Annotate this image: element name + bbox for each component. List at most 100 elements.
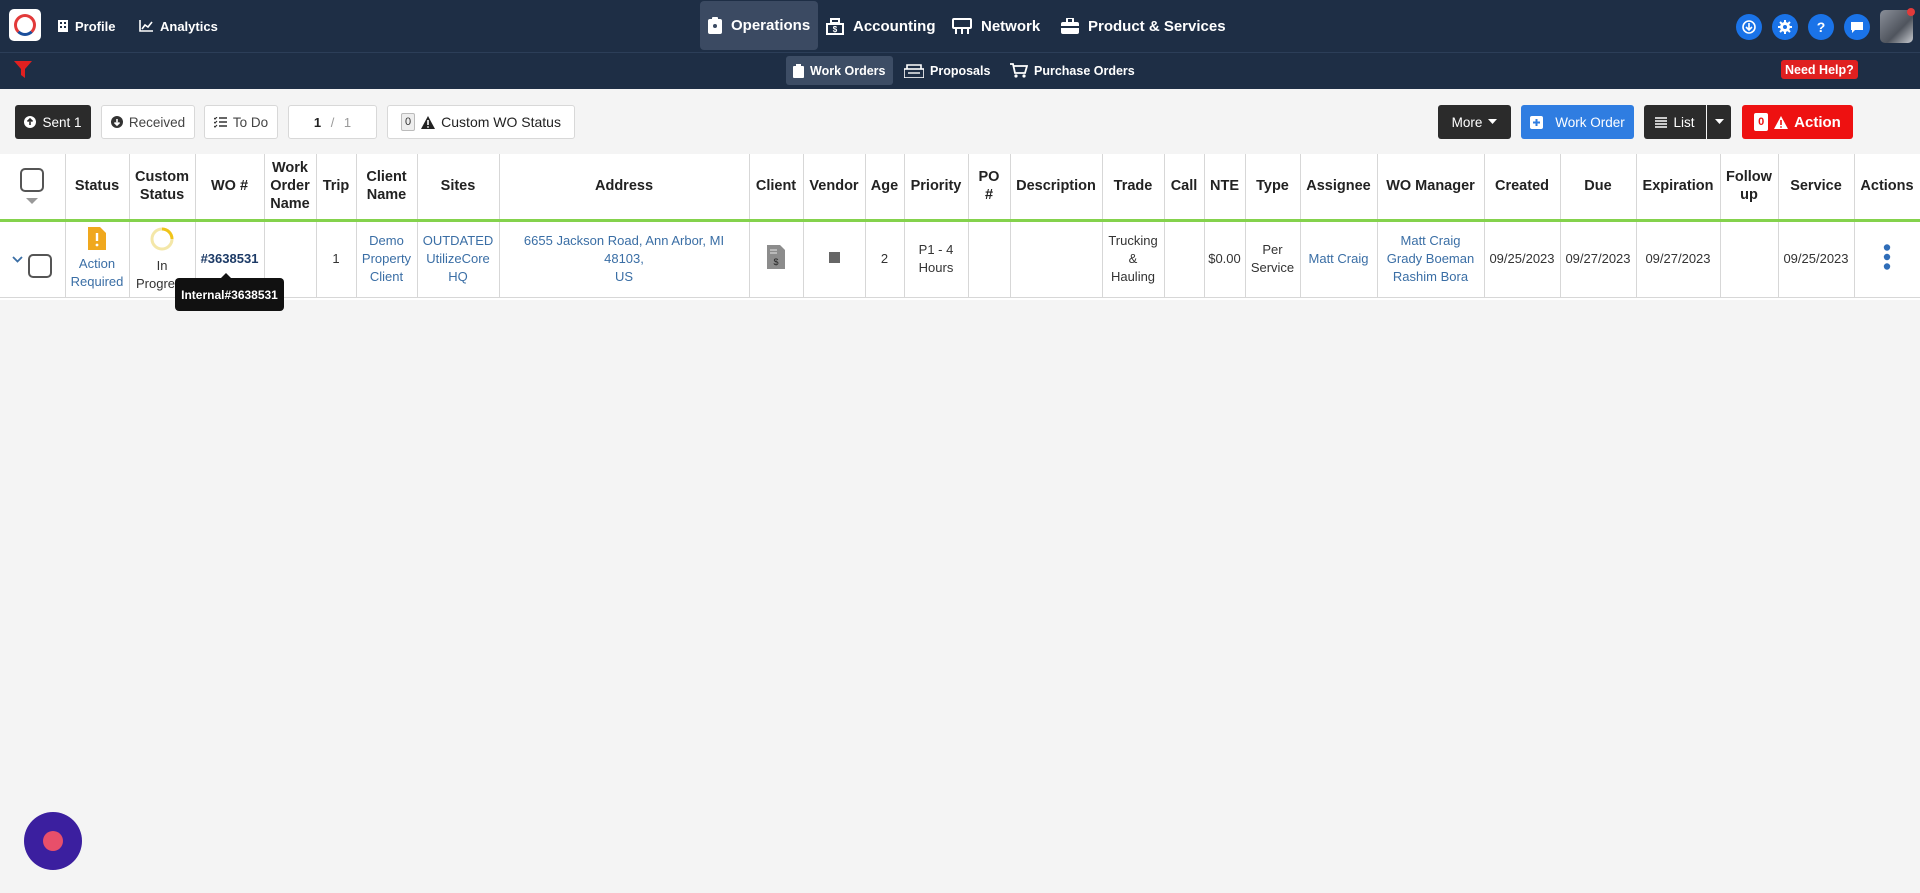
call-cell: [1164, 220, 1205, 298]
company-logo[interactable]: [9, 9, 41, 41]
custom-wo-status-button[interactable]: 0 Custom WO Status: [387, 105, 575, 139]
question-icon: ?: [1816, 19, 1826, 35]
sent-filter-button[interactable]: Sent 1: [15, 105, 91, 139]
header-call[interactable]: Call: [1164, 154, 1205, 222]
vendor-stop-icon: [828, 252, 840, 263]
header-age[interactable]: Age: [865, 154, 905, 222]
document-warning-icon: [88, 227, 106, 250]
more-dropdown-button[interactable]: More: [1438, 105, 1511, 139]
header-address[interactable]: Address: [499, 154, 750, 222]
client-name-l3: Client: [369, 269, 404, 284]
subtab-proposals[interactable]: Proposals: [897, 56, 997, 85]
header-service[interactable]: Service: [1778, 154, 1855, 222]
header-trade[interactable]: Trade: [1102, 154, 1165, 222]
trade-l1: Trucking: [1108, 233, 1158, 248]
need-help-button[interactable]: Need Help?: [1781, 60, 1858, 79]
nav-accounting[interactable]: $ Accounting: [826, 0, 936, 52]
page-separator: /: [327, 114, 338, 130]
header-wo-number[interactable]: WO #: [195, 154, 265, 222]
sites-l3: HQ: [448, 269, 468, 284]
sites-l1: OUTDATED: [422, 233, 494, 248]
header-created[interactable]: Created: [1484, 154, 1561, 222]
select-all-header[interactable]: [0, 154, 66, 222]
header-nte[interactable]: NTE: [1204, 154, 1246, 222]
select-all-checkbox[interactable]: [20, 168, 45, 193]
action-button[interactable]: 0 Action: [1742, 105, 1853, 139]
vendor-cell[interactable]: [803, 220, 866, 298]
caret-down-icon: [1714, 119, 1724, 124]
nav-network[interactable]: Network: [952, 0, 1040, 52]
subtab-work-orders[interactable]: Work Orders: [786, 56, 893, 85]
nav-operations[interactable]: Operations: [700, 1, 819, 50]
table-row[interactable]: Action Required In Progress #3638531 1 D…: [0, 220, 1920, 298]
manager-l2[interactable]: Grady Boeman: [1387, 251, 1474, 266]
assignee-cell[interactable]: Matt Craig: [1300, 220, 1378, 298]
header-due[interactable]: Due: [1560, 154, 1637, 222]
subtab-purchase-orders-label: Purchase Orders: [1034, 63, 1135, 78]
settings-button[interactable]: [1772, 14, 1798, 40]
header-custom-status[interactable]: Custom Status: [129, 154, 196, 222]
client-name-cell[interactable]: Demo Property Client: [356, 220, 418, 298]
header-type[interactable]: Type: [1245, 154, 1301, 222]
row-checkbox[interactable]: [28, 254, 53, 278]
svg-text:$: $: [773, 257, 778, 267]
page-current: 1: [313, 114, 322, 130]
nav-analytics[interactable]: Analytics: [139, 0, 218, 52]
header-description[interactable]: Description: [1010, 154, 1103, 222]
follow-up-cell: [1720, 220, 1779, 298]
support-chat-launcher[interactable]: [24, 812, 82, 870]
pagination-input[interactable]: 1 / 1: [288, 105, 377, 139]
status-cell[interactable]: Action Required: [65, 220, 130, 298]
received-filter-button[interactable]: Received: [101, 105, 195, 139]
header-assignee[interactable]: Assignee: [1300, 154, 1378, 222]
caret-down-icon[interactable]: [26, 198, 39, 205]
header-expiration[interactable]: Expiration: [1636, 154, 1721, 222]
wo-manager-cell[interactable]: Matt Craig Grady Boeman Rashim Bora: [1377, 220, 1485, 298]
user-avatar[interactable]: [1880, 8, 1915, 43]
filter-button[interactable]: [14, 61, 32, 84]
subtab-purchase-orders[interactable]: Purchase Orders: [1003, 56, 1142, 85]
kebab-menu-icon[interactable]: [1883, 243, 1891, 270]
header-client[interactable]: Client: [749, 154, 804, 222]
header-vendor[interactable]: Vendor: [803, 154, 866, 222]
header-wo-name[interactable]: Work Order Name: [264, 154, 317, 222]
download-button[interactable]: [1736, 14, 1762, 40]
help-button[interactable]: ?: [1808, 14, 1834, 40]
assignee-link[interactable]: Matt Craig: [1309, 251, 1369, 266]
nav-profile-label: Profile: [75, 18, 116, 34]
action-count: 0: [1754, 113, 1769, 131]
service-cell: 09/25/2023: [1778, 220, 1855, 298]
header-client-name[interactable]: Client Name: [356, 154, 418, 222]
svg-text:$: $: [833, 25, 838, 34]
header-follow-up-l2: up: [1740, 187, 1758, 204]
row-select-cell: [0, 220, 66, 298]
chevron-down-icon[interactable]: [12, 255, 23, 263]
header-wo-manager[interactable]: WO Manager: [1377, 154, 1485, 222]
header-follow-up[interactable]: Follow up: [1720, 154, 1779, 222]
nav-profile[interactable]: Profile: [58, 0, 115, 52]
todo-filter-button[interactable]: To Do: [204, 105, 278, 139]
received-filter-label: Received: [128, 114, 186, 130]
wo-number-link[interactable]: #3638531: [201, 251, 259, 266]
trade-l2: &: [1128, 251, 1138, 266]
nav-product-services[interactable]: Product & Services: [1061, 0, 1226, 52]
create-work-order-button[interactable]: Work Order: [1521, 105, 1634, 139]
priority-l1: P1 - 4: [918, 242, 954, 257]
clipboard-icon: [708, 17, 722, 34]
chat-button[interactable]: [1844, 14, 1870, 40]
header-sites[interactable]: Sites: [417, 154, 500, 222]
header-priority[interactable]: Priority: [904, 154, 969, 222]
list-view-button[interactable]: List: [1644, 105, 1706, 139]
header-trip[interactable]: Trip: [316, 154, 357, 222]
list-view-dropdown[interactable]: [1707, 105, 1731, 139]
chat-launcher-icon: [43, 831, 63, 851]
header-po[interactable]: PO #: [968, 154, 1011, 222]
manager-l3[interactable]: Rashim Bora: [1393, 269, 1468, 284]
manager-l1[interactable]: Matt Craig: [1401, 233, 1461, 248]
header-status[interactable]: Status: [65, 154, 130, 222]
sites-cell[interactable]: OUTDATED UtilizeCore HQ: [417, 220, 500, 298]
header-po-l2: #: [984, 187, 994, 204]
sent-filter-label: Sent 1: [42, 114, 82, 130]
client-invoice-cell[interactable]: $: [749, 220, 804, 298]
address-cell[interactable]: 6655 Jackson Road, Ann Arbor, MI 48103, U…: [499, 220, 750, 298]
